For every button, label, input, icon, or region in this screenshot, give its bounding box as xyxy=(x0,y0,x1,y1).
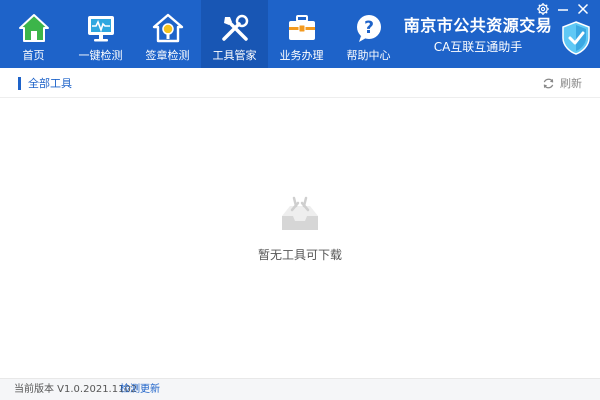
gear-icon[interactable] xyxy=(536,2,550,16)
tools-icon xyxy=(221,14,248,41)
empty-state-message: 暂无工具可下载 xyxy=(257,248,342,262)
help-icon: ? xyxy=(356,15,381,42)
main-content: 全部工具 刷新 暂无工具可下载 xyxy=(0,68,600,378)
nav-label-business: 业务办理 xyxy=(279,49,324,62)
nav-label-seal-check: 签章检测 xyxy=(145,49,190,62)
empty-state: 暂无工具可下载 xyxy=(210,194,390,263)
version-text: 当前版本 V1.0.2021.1102 xyxy=(14,384,138,395)
check-update-link[interactable]: 检测更新 xyxy=(120,383,160,397)
monitor-check-icon xyxy=(87,16,114,42)
nav-label-tool-manager: 工具管家 xyxy=(212,49,257,62)
brand-subtitle: CA互联互通助手 xyxy=(433,40,523,54)
section-header: 全部工具 刷新 xyxy=(0,68,600,98)
brand-block: 南京市公共资源交易 CA互联互通助手 xyxy=(400,16,556,55)
nav-item-tool-manager[interactable]: 工具管家 xyxy=(201,0,268,68)
nav-item-business[interactable]: 业务办理 xyxy=(268,0,335,68)
nav-item-seal-check[interactable]: 签章检测 xyxy=(134,0,201,68)
home-icon xyxy=(18,14,49,42)
seal-house-icon xyxy=(152,13,183,43)
nav-item-help[interactable]: ? 帮助中心 xyxy=(335,0,402,68)
nav-item-one-click-check[interactable]: 一键检测 xyxy=(67,0,134,68)
refresh-icon xyxy=(543,78,554,88)
svg-text:?: ? xyxy=(364,18,374,38)
refresh-label: 刷新 xyxy=(560,77,582,90)
nav-label-one-click-check: 一键检测 xyxy=(78,49,123,62)
empty-box-icon xyxy=(282,196,318,230)
minimize-icon[interactable] xyxy=(556,2,570,16)
brand-title: 南京市公共资源交易 xyxy=(403,16,553,35)
nav-label-home: 首页 xyxy=(22,49,45,62)
section-title: 全部工具 xyxy=(28,77,72,90)
status-bar: 当前版本 V1.0.2021.1102 检测更新 xyxy=(0,378,600,400)
refresh-button[interactable]: 刷新 xyxy=(542,75,582,91)
shield-check-icon xyxy=(562,21,590,55)
nav-item-home[interactable]: 首页 xyxy=(0,0,67,68)
app-header: 首页 一键检测 签章检测 工具管家 业务办理 ? 帮助中心 南京市公共资源交易 … xyxy=(0,0,600,68)
section-accent-bar xyxy=(18,77,21,90)
nav-label-help: 帮助中心 xyxy=(346,49,391,62)
briefcase-icon xyxy=(288,15,315,40)
main-nav: 首页 一键检测 签章检测 工具管家 业务办理 ? 帮助中心 xyxy=(0,0,402,68)
close-icon[interactable] xyxy=(576,2,590,16)
